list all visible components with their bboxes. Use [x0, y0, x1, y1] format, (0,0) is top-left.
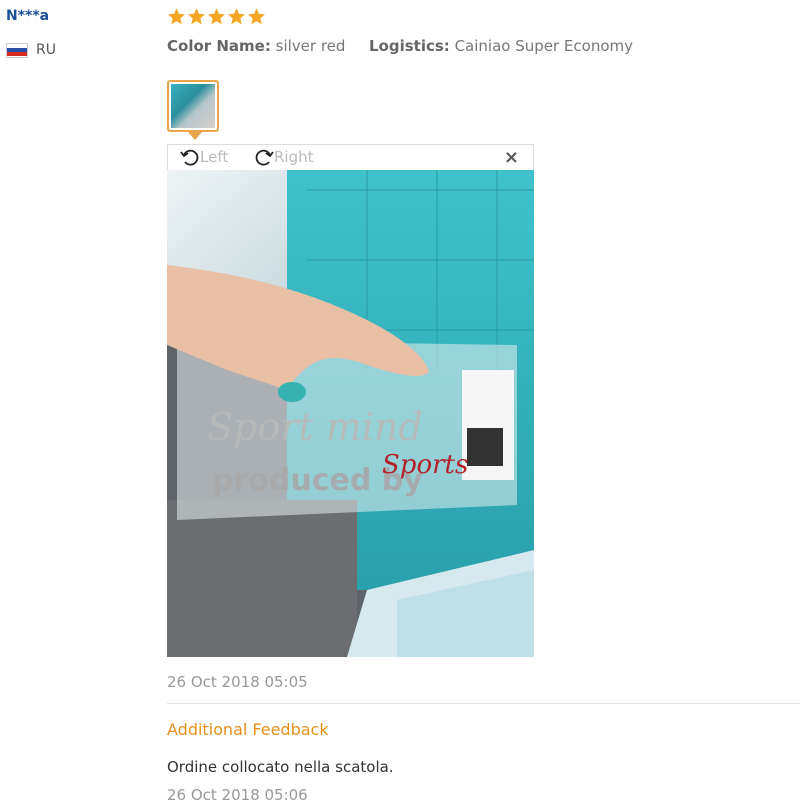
- rotate-left-icon: [180, 149, 199, 166]
- review-date: 26 Oct 2018 05:05: [167, 673, 308, 691]
- sticker-text-sports: Sports: [382, 450, 468, 480]
- additional-feedback-date: 26 Oct 2018 05:06: [167, 786, 308, 804]
- thumbnail-pointer: [188, 132, 202, 140]
- review-photo-thumbnail[interactable]: [167, 80, 219, 132]
- rotate-left-button[interactable]: Left: [180, 147, 228, 167]
- image-viewer-toolbar: Left Right ×: [167, 144, 534, 170]
- rating-stars: [167, 7, 266, 26]
- rotate-left-label: Left: [200, 148, 229, 166]
- star-icon: [188, 8, 205, 25]
- rotate-right-label: Right: [274, 148, 314, 166]
- close-viewer-button[interactable]: ×: [504, 147, 519, 168]
- divider: [167, 703, 800, 704]
- rotate-right-button[interactable]: Right: [254, 147, 314, 167]
- color-name-value: silver red: [275, 37, 346, 55]
- russia-flag-icon: [6, 42, 28, 58]
- logistics-value: Cainiao Super Economy: [454, 37, 634, 55]
- sticker-text-sport-mind: Sport mind: [207, 405, 423, 449]
- reviewer-country: RU: [6, 42, 56, 58]
- star-icon: [228, 8, 245, 25]
- star-icon: [208, 8, 225, 25]
- additional-feedback-text: Ordine collocato nella scatola.: [167, 758, 394, 776]
- reviewer-name: N***a: [6, 8, 50, 24]
- star-icon: [168, 8, 185, 25]
- logistics-label: Logistics:: [368, 37, 450, 55]
- order-attributes: Color Name: silver red Logistics: Cainia…: [167, 37, 633, 55]
- rotate-right-icon: [255, 149, 274, 166]
- additional-feedback-title: Additional Feedback: [167, 720, 329, 739]
- review-photo: Sport mind produced by Sports: [167, 170, 534, 657]
- color-name-label: Color Name:: [167, 37, 271, 55]
- star-icon: [248, 8, 265, 25]
- country-code: RU: [36, 42, 56, 58]
